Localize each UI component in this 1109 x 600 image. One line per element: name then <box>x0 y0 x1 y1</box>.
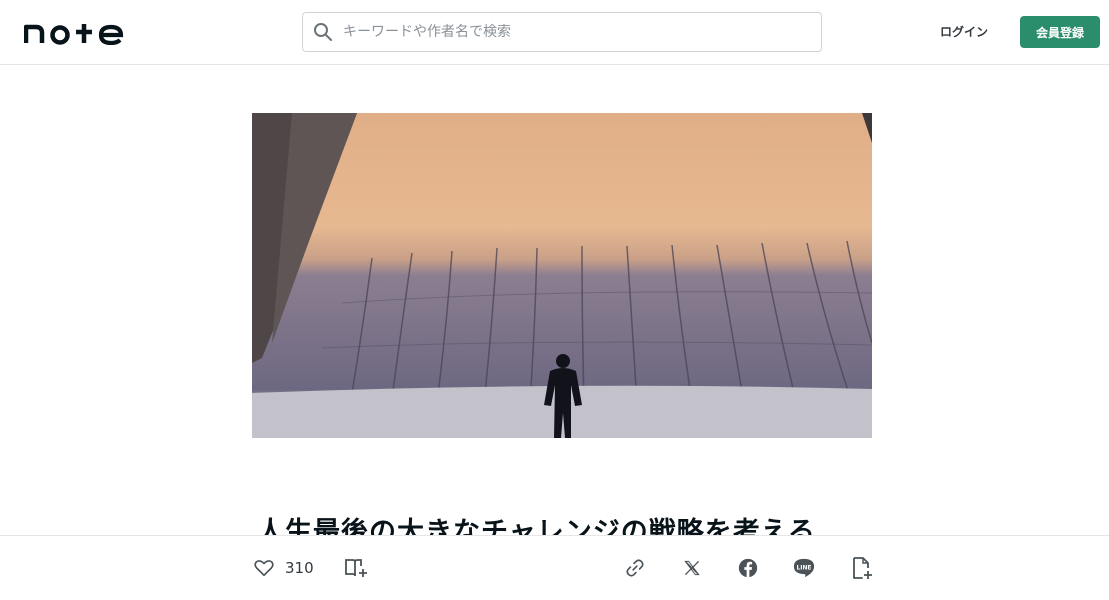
search-icon <box>313 22 333 42</box>
add-to-magazine-button[interactable] <box>344 556 368 580</box>
magazine-add-icon <box>344 556 368 580</box>
signup-button[interactable]: 会員登録 <box>1020 16 1100 48</box>
search-input[interactable] <box>343 13 813 51</box>
svg-text:LINE: LINE <box>796 564 811 571</box>
note-logo-mark <box>24 24 124 45</box>
note-add-icon <box>850 556 874 580</box>
login-button[interactable]: ログイン <box>928 15 1000 47</box>
add-note-button[interactable] <box>850 556 874 580</box>
article-action-bar: 310 LINE <box>0 535 1109 600</box>
facebook-icon <box>737 557 759 579</box>
share-line-button[interactable]: LINE <box>792 556 816 580</box>
like-count: 310 <box>285 559 314 577</box>
article-hero-image <box>252 113 872 438</box>
heart-icon <box>253 557 275 579</box>
share-x-button[interactable] <box>682 556 702 580</box>
like-button[interactable]: 310 <box>253 556 314 580</box>
copy-link-button[interactable] <box>624 556 646 580</box>
link-icon <box>624 557 646 579</box>
site-header: ログイン 会員登録 <box>0 0 1109 65</box>
line-icon: LINE <box>792 557 816 579</box>
x-icon <box>682 558 702 578</box>
note-logo[interactable] <box>24 19 124 45</box>
search-box[interactable] <box>302 12 822 52</box>
share-facebook-button[interactable] <box>737 556 759 580</box>
